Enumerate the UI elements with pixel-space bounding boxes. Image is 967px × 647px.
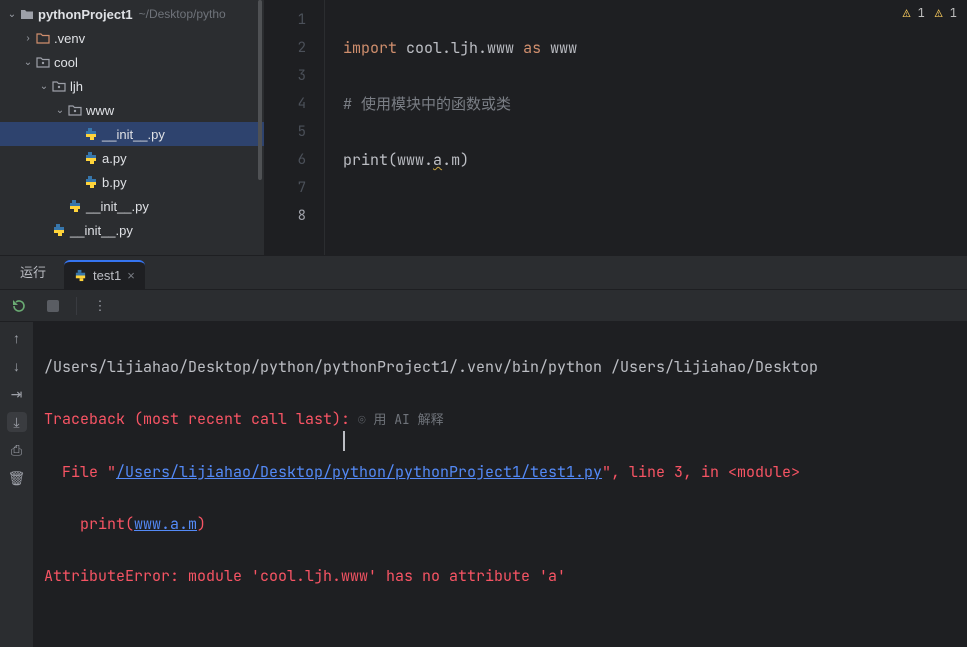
code-token: a [433, 150, 442, 170]
close-icon[interactable]: × [127, 268, 135, 283]
tree-item-init-cool[interactable]: __init__.py [0, 218, 264, 242]
code-token: .m [442, 150, 460, 170]
code-token: www. [397, 150, 433, 170]
code-comment: # 使用模块中的函数或类 [343, 90, 577, 118]
tree-item-b[interactable]: b.py [0, 170, 264, 194]
tree-item-a[interactable]: a.py [0, 146, 264, 170]
tree-label: __init__.py [70, 223, 133, 238]
project-name: pythonProject1 [38, 7, 133, 22]
inspection-widget[interactable]: ⚠ 1 ⚠ 1 [903, 4, 957, 21]
line-number: 5 [265, 118, 306, 146]
tree-item-www[interactable]: ⌄ www [0, 98, 264, 122]
scrollbar[interactable] [258, 0, 262, 180]
console-toolbar: ↑ ↓ ⇥ ⤓ ⎙ 🗑 [0, 322, 34, 647]
tree-label: a.py [102, 151, 127, 166]
python-file-icon [66, 199, 84, 213]
warning-icon: ⚠ [903, 4, 911, 21]
tree-item-init-ljh[interactable]: __init__.py [0, 194, 264, 218]
stop-button[interactable] [42, 295, 64, 317]
folder-icon [34, 32, 52, 44]
line-number: 1 [265, 6, 306, 34]
code-token: import [343, 38, 397, 58]
python-file-icon [50, 223, 68, 237]
tree-item-cool[interactable]: ⌄ cool [0, 50, 264, 74]
tree-label: __init__.py [86, 199, 149, 214]
run-tab-label: test1 [93, 268, 121, 283]
package-icon [66, 104, 84, 116]
warning-count: 1 [918, 5, 925, 21]
chevron-right-icon: › [22, 33, 34, 44]
scroll-to-end-icon[interactable]: ⤓ [7, 412, 27, 432]
chevron-down-icon: ⌄ [54, 105, 66, 116]
tree-label: __init__.py [102, 127, 165, 142]
tree-label: www [86, 103, 114, 118]
code-token: ( [388, 150, 397, 170]
tree-root[interactable]: ⌄ pythonProject1 ~/Desktop/pytho [0, 2, 264, 26]
scroll-up-icon[interactable]: ↑ [7, 328, 27, 348]
code-token: print [343, 150, 388, 170]
print-icon[interactable]: ⎙ [7, 440, 27, 460]
chevron-down-icon: ⌄ [6, 9, 18, 20]
chevron-down-icon: ⌄ [38, 81, 50, 92]
project-tree: ⌄ pythonProject1 ~/Desktop/pytho › .venv… [0, 0, 265, 255]
soft-wrap-icon[interactable]: ⇥ [7, 384, 27, 404]
tree-item-venv[interactable]: › .venv [0, 26, 264, 50]
python-file-icon [82, 127, 100, 141]
line-number: 4 [265, 90, 306, 118]
console-line: print( [44, 514, 134, 534]
console-line: Traceback (most recent call last): [44, 409, 350, 429]
line-number: 6 [265, 146, 306, 174]
tree-item-init-www[interactable]: __init__.py [0, 122, 264, 146]
tree-label: b.py [102, 175, 127, 190]
line-number: 8 [265, 202, 306, 230]
folder-icon [18, 8, 36, 20]
python-file-icon [82, 175, 100, 189]
project-path: ~/Desktop/pytho [139, 7, 226, 21]
trash-icon[interactable]: 🗑 [7, 468, 27, 488]
code-token: as [523, 38, 541, 58]
console-line: AttributeError: module 'cool.ljh.www' ha… [44, 563, 957, 589]
caret [343, 431, 345, 451]
tree-label: .venv [54, 31, 85, 46]
package-icon [50, 80, 68, 92]
code-area[interactable]: import cool.ljh.www as www # 使用模块中的函数或类 … [325, 0, 577, 255]
console-line: ) [197, 514, 206, 534]
gutter[interactable]: 1 2 3 4 5 6 7 8 [265, 0, 325, 255]
line-number: 3 [265, 62, 306, 90]
code-editor[interactable]: ⚠ 1 ⚠ 1 1 2 3 4 5 6 7 8 import cool.ljh.… [265, 0, 967, 255]
python-file-icon [74, 269, 87, 282]
symbol-link[interactable]: www.a.m [134, 514, 197, 534]
tree-label: cool [54, 55, 78, 70]
more-button[interactable]: ⋮ [89, 295, 111, 317]
console-line: ", line 3, in <module> [602, 462, 800, 482]
run-tab[interactable]: test1 × [64, 260, 145, 289]
divider [76, 297, 77, 315]
code-token: cool.ljh.www [406, 38, 514, 58]
warning-icon: ⚠ [935, 4, 943, 21]
line-number: 2 [265, 34, 306, 62]
code-token: ) [460, 150, 469, 170]
console-line: File " [44, 462, 116, 482]
python-file-icon [82, 151, 100, 165]
tree-item-ljh[interactable]: ⌄ ljh [0, 74, 264, 98]
code-token: www [550, 38, 577, 58]
tree-label: ljh [70, 79, 83, 94]
run-panel-title[interactable]: 运行 [8, 254, 58, 289]
package-icon [34, 56, 52, 68]
chevron-down-icon: ⌄ [22, 57, 34, 68]
scroll-down-icon[interactable]: ↓ [7, 356, 27, 376]
warning-count: 1 [950, 5, 957, 21]
line-number: 7 [265, 174, 306, 202]
rerun-button[interactable] [8, 295, 30, 317]
